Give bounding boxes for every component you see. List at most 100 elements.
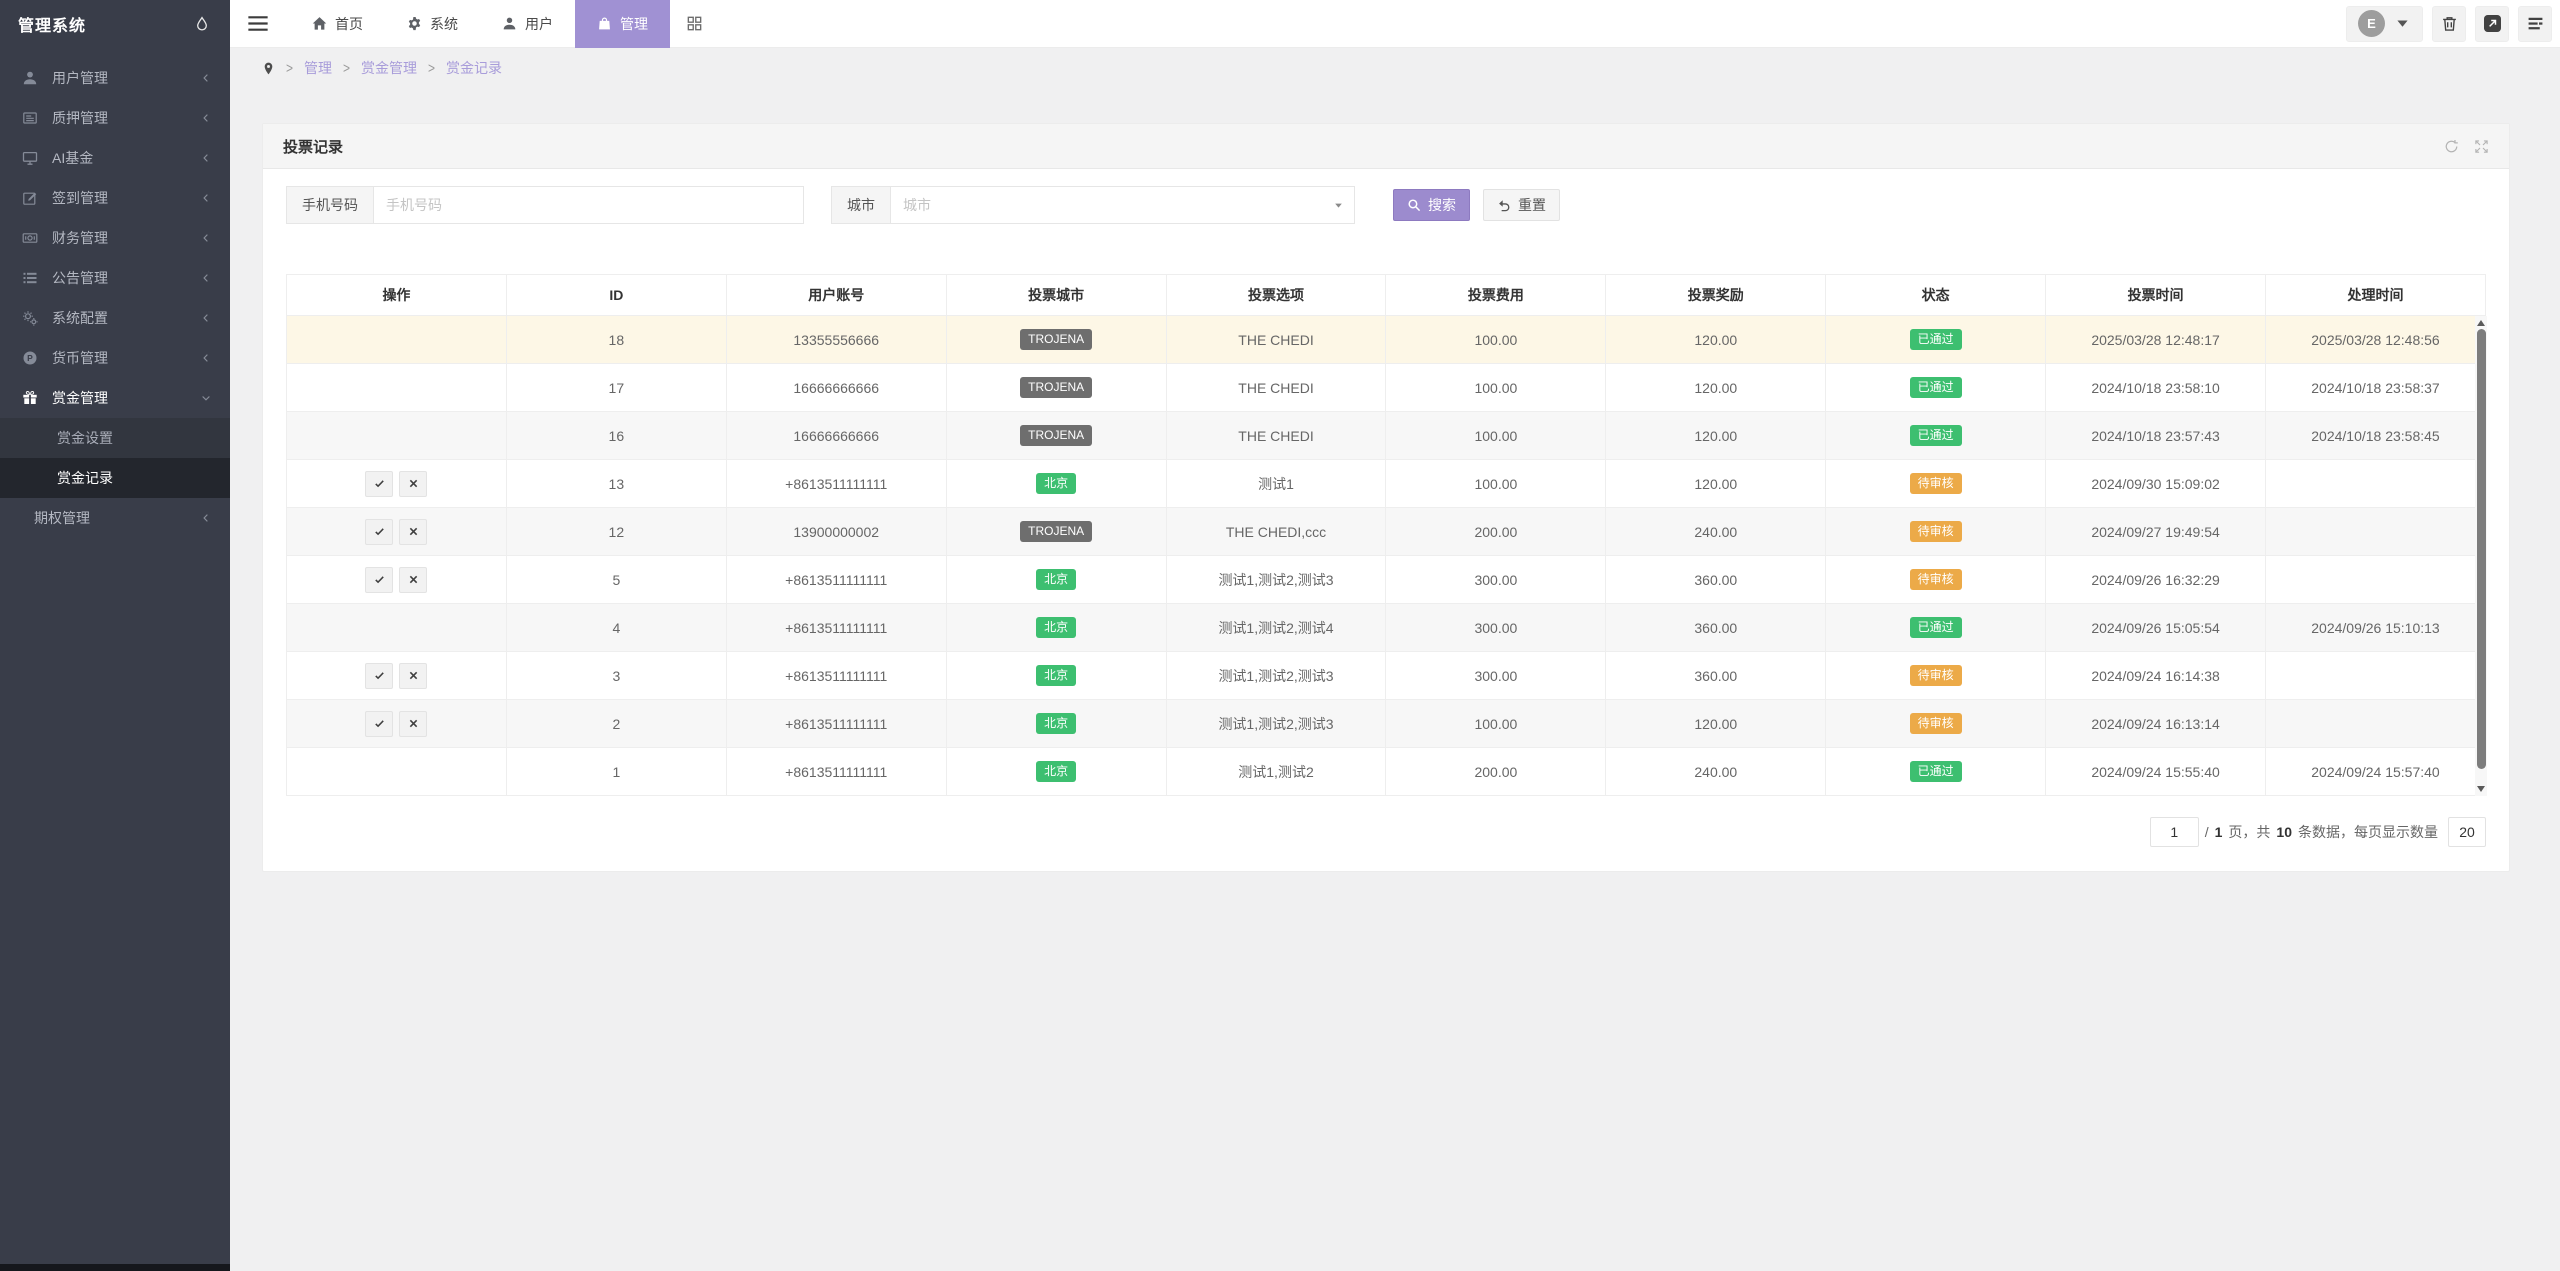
doc-icon: [22, 110, 38, 126]
sidebar-item[interactable]: P货币管理: [0, 338, 230, 378]
topnav-item-home[interactable]: 首页: [290, 0, 385, 48]
approve-button[interactable]: [365, 663, 393, 689]
sidebar-item[interactable]: 用户管理: [0, 58, 230, 98]
cell-account: 13355556666: [726, 316, 946, 364]
cell-fee: 100.00: [1386, 316, 1606, 364]
topnav-item-bag[interactable]: 管理: [575, 0, 670, 48]
home-icon: [312, 16, 327, 31]
hamburger-icon[interactable]: [248, 16, 268, 31]
close-icon: [408, 718, 419, 729]
sidebar-item[interactable]: 系统配置: [0, 298, 230, 338]
approve-button[interactable]: [365, 471, 393, 497]
column-header: 投票城市: [946, 275, 1166, 316]
reset-button[interactable]: 重置: [1483, 189, 1560, 221]
money-icon: [22, 230, 38, 246]
status-badge: 已通过: [1910, 617, 1962, 638]
layout-list-button[interactable]: [2518, 6, 2552, 42]
reject-button[interactable]: [399, 711, 427, 737]
sidebar-subitem[interactable]: 赏金设置: [0, 418, 230, 458]
close-icon: [408, 670, 419, 681]
scroll-up-arrow[interactable]: [2477, 320, 2485, 326]
panel-tools: [2444, 139, 2489, 154]
cell-actions: [287, 460, 507, 508]
close-icon: [408, 478, 419, 489]
table-header-row: 操作ID用户账号投票城市投票选项投票费用投票奖励状态投票时间处理时间: [287, 275, 2486, 316]
pCircle-icon: P: [22, 350, 38, 366]
total-records: 10: [2276, 824, 2292, 840]
column-header: 处理时间: [2266, 275, 2486, 316]
edit-icon: [22, 190, 38, 206]
reject-button[interactable]: [399, 663, 427, 689]
sidebar-item[interactable]: 公告管理: [0, 258, 230, 298]
reject-button[interactable]: [399, 519, 427, 545]
cell-actions: [287, 604, 507, 652]
page-input[interactable]: [2150, 817, 2199, 847]
external-link-button[interactable]: [2475, 6, 2509, 42]
approve-button[interactable]: [365, 519, 393, 545]
sidebar-submenu: 赏金设置赏金记录: [0, 418, 230, 498]
cell-vote-time: 2024/09/26 16:32:29: [2046, 556, 2266, 604]
cell-reward: 120.00: [1606, 460, 1826, 508]
sidebar-item[interactable]: AI基金: [0, 138, 230, 178]
cell-fee: 100.00: [1386, 412, 1606, 460]
column-header: 操作: [287, 275, 507, 316]
sidebar-item[interactable]: 期权管理: [0, 498, 230, 538]
reject-button[interactable]: [399, 471, 427, 497]
chevron-left-icon: [200, 192, 212, 204]
cell-vote-time: 2024/09/24 16:14:38: [2046, 652, 2266, 700]
reject-button[interactable]: [399, 567, 427, 593]
breadcrumb-item[interactable]: 赏金记录: [446, 58, 502, 78]
sidebar-item[interactable]: 签到管理: [0, 178, 230, 218]
cell-account: 16666666666: [726, 364, 946, 412]
cell-status: 已通过: [1826, 604, 2046, 652]
page-size-input[interactable]: [2448, 817, 2486, 847]
topnav-item-gear[interactable]: 系统: [385, 0, 480, 48]
phone-input[interactable]: [373, 186, 804, 224]
cell-options: 测试1,测试2,测试4: [1166, 604, 1386, 652]
cell-options: 测试1,测试2: [1166, 748, 1386, 796]
sidebar-item[interactable]: 赏金管理: [0, 378, 230, 418]
topnav-item-user[interactable]: 用户: [480, 0, 575, 48]
breadcrumb-separator: >: [286, 60, 293, 77]
approve-button[interactable]: [365, 567, 393, 593]
approve-button[interactable]: [365, 711, 393, 737]
search-button[interactable]: 搜索: [1393, 189, 1470, 221]
fullscreen-icon[interactable]: [2474, 139, 2489, 154]
refresh-icon[interactable]: [2444, 139, 2459, 154]
scroll-down-arrow[interactable]: [2477, 786, 2485, 792]
scrollbar-thumb[interactable]: [2477, 329, 2486, 769]
records-table: 操作ID用户账号投票城市投票选项投票费用投票奖励状态投票时间处理时间 18133…: [286, 274, 2486, 796]
sidebar-subitem[interactable]: 赏金记录: [0, 458, 230, 498]
sidebar-item[interactable]: 质押管理: [0, 98, 230, 138]
pages-unit: 页，共: [2228, 822, 2270, 842]
gears-icon: [22, 310, 38, 326]
content: 投票记录 手机号码 城市 城市: [230, 88, 2560, 872]
status-badge: 待审核: [1910, 473, 1962, 494]
cell-account: 16666666666: [726, 412, 946, 460]
sidebar-item[interactable]: 财务管理: [0, 218, 230, 258]
chevron-left-icon: [200, 312, 212, 324]
cell-reward: 120.00: [1606, 412, 1826, 460]
table-wrap: 操作ID用户账号投票城市投票选项投票费用投票奖励状态投票时间处理时间 18133…: [286, 274, 2486, 796]
topnav-items: 首页系统用户管理: [290, 0, 670, 48]
user-icon: [22, 70, 38, 86]
chevron-down-icon: [1333, 200, 1344, 211]
check-icon: [374, 526, 385, 537]
breadcrumb-item[interactable]: 管理: [304, 58, 332, 78]
gift-icon: [22, 390, 38, 406]
cell-options: THE CHEDI: [1166, 316, 1386, 364]
chevron-left-icon: [200, 112, 212, 124]
user-menu-button[interactable]: E: [2346, 6, 2423, 42]
cell-vote-time: 2024/09/27 19:49:54: [2046, 508, 2266, 556]
trash-button[interactable]: [2432, 6, 2466, 42]
cell-process-time: [2266, 460, 2486, 508]
city-select[interactable]: 城市: [890, 186, 1355, 224]
cell-reward: 120.00: [1606, 700, 1826, 748]
grid-icon[interactable]: [686, 15, 703, 32]
breadcrumb-separator: >: [428, 60, 435, 77]
table-row: 1813355556666TROJENATHE CHEDI100.00120.0…: [287, 316, 2486, 364]
sidebar-item-label: 签到管理: [52, 188, 108, 208]
cell-status: 待审核: [1826, 556, 2046, 604]
table-scrollbar[interactable]: [2475, 316, 2487, 796]
breadcrumb-item[interactable]: 赏金管理: [361, 58, 417, 78]
